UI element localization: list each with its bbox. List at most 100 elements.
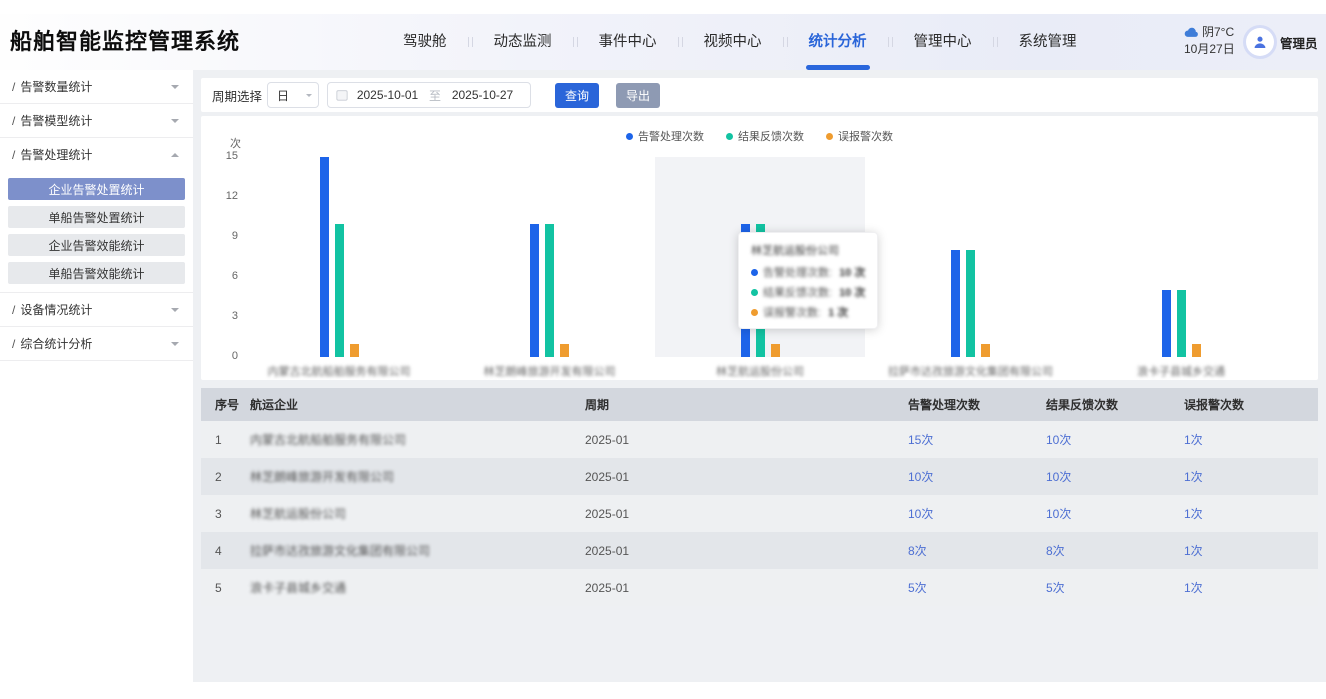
calendar-icon — [336, 89, 348, 101]
bar-误报警次数-2[interactable] — [560, 344, 569, 357]
bar-结果反馈次数-2[interactable] — [545, 224, 554, 357]
sidebar-subitem-3-4[interactable]: 单船告警效能统计 — [8, 262, 185, 284]
cell-company: 林芝朗峰旅游开发有限公司 — [250, 468, 585, 485]
nav-tab-3[interactable]: 事件中心 — [578, 14, 678, 70]
period-select[interactable]: 日 — [267, 82, 319, 108]
cell-handled-count[interactable]: 10次 — [908, 468, 1046, 485]
cell-company: 林芝航运股份公司 — [250, 505, 585, 522]
cell-feedback-count[interactable]: 10次 — [1046, 431, 1184, 448]
nav-tab-6[interactable]: 管理中心 — [893, 14, 993, 70]
bar-chart: 告警处理次数结果反馈次数误报警次数 次 15129630内蒙古北航船舶服务有限公… — [201, 116, 1318, 380]
chart-legend: 告警处理次数 结果反馈次数 误报警次数 — [201, 128, 1318, 144]
sidebar-group-3[interactable]: /告警处理统计 — [0, 138, 193, 171]
cell-company: 浪卡子县城乡交通 — [250, 579, 585, 596]
weather-text: 阴7°C — [1202, 24, 1234, 41]
table-row-1: 1内蒙古北航船舶服务有限公司2025-0115次10次1次 — [201, 421, 1318, 458]
query-button[interactable]: 查询 — [555, 83, 599, 108]
table-row-3: 3林芝航运股份公司2025-0110次10次1次 — [201, 495, 1318, 532]
sidebar-group-prefix: / — [12, 80, 15, 94]
column-header-5: 结果反馈次数 — [1046, 396, 1184, 413]
cell-false-alarm-count[interactable]: 1次 — [1184, 542, 1318, 559]
tooltip-value: 1 次 — [828, 304, 848, 320]
sidebar-subitem-3-1[interactable]: 企业告警处置统计 — [8, 178, 185, 200]
bar-误报警次数-1[interactable] — [350, 344, 359, 357]
nav-tab-label: 动态监测 — [494, 34, 552, 50]
cell-feedback-count[interactable]: 8次 — [1046, 542, 1184, 559]
cell-feedback-count[interactable]: 10次 — [1046, 468, 1184, 485]
bar-告警处理次数-4[interactable] — [951, 250, 960, 357]
bar-结果反馈次数-5[interactable] — [1177, 290, 1186, 357]
bar-误报警次数-4[interactable] — [981, 344, 990, 357]
cell-company: 拉萨市达孜旅游文化集团有限公司 — [250, 542, 585, 559]
nav-tab-label: 管理中心 — [914, 34, 972, 50]
bar-告警处理次数-2[interactable] — [530, 224, 539, 357]
table-body: 1内蒙古北航船舶服务有限公司2025-0115次10次1次2林芝朗峰旅游开发有限… — [201, 421, 1318, 606]
user-name: 管理员 — [1280, 33, 1318, 52]
cell-feedback-count[interactable]: 5次 — [1046, 579, 1184, 596]
column-header-2: 航运企业 — [250, 396, 585, 413]
tooltip-label: 误报警次数: — [763, 304, 821, 320]
nav-tab-1[interactable]: 驾驶舱 — [382, 14, 468, 70]
cell-false-alarm-count[interactable]: 1次 — [1184, 468, 1318, 485]
table-row-4: 4拉萨市达孜旅游文化集团有限公司2025-018次8次1次 — [201, 532, 1318, 569]
cell-handled-count[interactable]: 15次 — [908, 431, 1046, 448]
chevron-down-icon — [171, 85, 179, 93]
nav-tab-7[interactable]: 系统管理 — [998, 14, 1098, 70]
nav-tab-2[interactable]: 动态监测 — [473, 14, 573, 70]
cell-feedback-count[interactable]: 10次 — [1046, 505, 1184, 522]
bar-误报警次数-3[interactable] — [771, 344, 780, 357]
user-menu[interactable]: 管理员 — [1246, 14, 1318, 70]
sidebar: /告警数量统计/告警模型统计/告警处理统计企业告警处置统计单船告警处置统计企业告… — [0, 70, 193, 682]
legend-item-3[interactable]: 误报警次数 — [826, 128, 893, 144]
tooltip-label: 结果反馈次数: — [763, 284, 832, 300]
date-separator: 至 — [427, 87, 443, 104]
nav-tab-5[interactable]: 统计分析 — [788, 14, 888, 70]
table-row-2: 2林芝朗峰旅游开发有限公司2025-0110次10次1次 — [201, 458, 1318, 495]
sidebar-group-5[interactable]: / 综合统计分析 — [0, 327, 193, 360]
cell-false-alarm-count[interactable]: 1次 — [1184, 431, 1318, 448]
export-button[interactable]: 导出 — [616, 83, 660, 108]
legend-item-2[interactable]: 结果反馈次数 — [726, 128, 804, 144]
tooltip-title: 林芝航运股份公司 — [751, 242, 865, 258]
nav-tab-label: 视频中心 — [704, 34, 762, 50]
chart-tooltip: 林芝航运股份公司告警处理次数:10 次结果反馈次数:10 次误报警次数:1 次 — [738, 232, 878, 329]
x-axis-label: 浪卡子县城乡交通 — [1076, 363, 1286, 379]
bar-误报警次数-5[interactable] — [1192, 344, 1201, 357]
column-header-4: 告警处理次数 — [908, 396, 1046, 413]
bar-告警处理次数-5[interactable] — [1162, 290, 1171, 357]
sidebar-group-1[interactable]: /告警数量统计 — [0, 70, 193, 103]
cell-handled-count[interactable]: 8次 — [908, 542, 1046, 559]
column-header-1: 序号 — [215, 396, 250, 413]
sidebar-submenu: 企业告警处置统计单船告警处置统计企业告警效能统计单船告警效能统计 — [0, 171, 193, 292]
cell-handled-count[interactable]: 5次 — [908, 579, 1046, 596]
cloud-icon — [1184, 27, 1199, 38]
bar-结果反馈次数-1[interactable] — [335, 224, 344, 357]
cell-false-alarm-count[interactable]: 1次 — [1184, 505, 1318, 522]
period-select-value: 日 — [277, 87, 289, 104]
legend-dot-icon — [626, 133, 633, 140]
sidebar-group-label: 设备情况统计 — [20, 301, 92, 318]
cell-index: 5 — [215, 581, 250, 595]
sidebar-group-prefix: / — [12, 337, 15, 351]
nav-tab-label: 系统管理 — [1019, 34, 1077, 50]
nav-tab-label: 驾驶舱 — [403, 34, 447, 50]
sidebar-group-prefix: / — [12, 148, 15, 162]
cell-period: 2025-01 — [585, 433, 908, 447]
date-range-picker[interactable]: 2025-10-01 至 2025-10-27 — [327, 82, 531, 108]
sidebar-subitem-3-3[interactable]: 企业告警效能统计 — [8, 234, 185, 256]
nav-tab-4[interactable]: 视频中心 — [683, 14, 783, 70]
avatar — [1246, 28, 1274, 56]
bar-结果反馈次数-4[interactable] — [966, 250, 975, 357]
y-axis-tick: 15 — [201, 150, 238, 162]
bar-告警处理次数-1[interactable] — [320, 157, 329, 357]
sidebar-group-label: 综合统计分析 — [20, 335, 92, 352]
cell-handled-count[interactable]: 10次 — [908, 505, 1046, 522]
cell-false-alarm-count[interactable]: 1次 — [1184, 579, 1318, 596]
legend-item-1[interactable]: 告警处理次数 — [626, 128, 704, 144]
sidebar-subitem-3-2[interactable]: 单船告警处置统计 — [8, 206, 185, 228]
sidebar-group-2[interactable]: /告警模型统计 — [0, 104, 193, 137]
sidebar-group-4[interactable]: / 设备情况统计 — [0, 293, 193, 326]
sidebar-group-prefix: / — [12, 114, 15, 128]
sidebar-divider — [0, 360, 193, 361]
sidebar-group-prefix: / — [12, 303, 15, 317]
